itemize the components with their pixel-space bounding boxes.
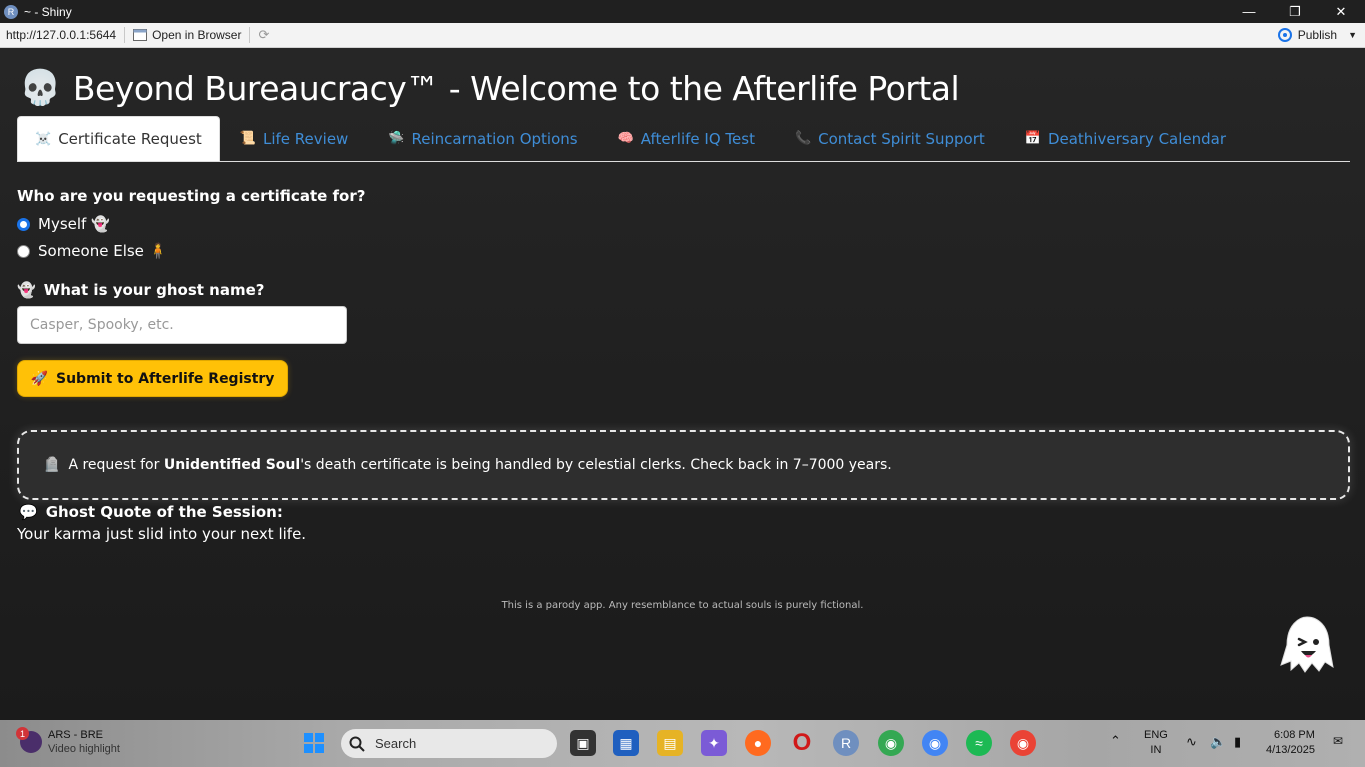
calendar-icon: 📅 (1024, 131, 1041, 146)
region-label: IN (1150, 744, 1162, 756)
submit-button-label: Submit to Afterlife Registry (56, 370, 275, 387)
refresh-icon[interactable]: ⟳ (258, 27, 269, 43)
open-in-browser-label: Open in Browser (152, 28, 242, 42)
sports-widget-icon: 1 (16, 727, 42, 753)
parody-disclaimer: This is a parody app. Any resemblance to… (501, 600, 864, 611)
volume-icon[interactable]: 🔈 (1210, 734, 1226, 749)
widget-line1: ARS - BRE (48, 729, 104, 741)
tab-life-review[interactable]: 📜 Life Review (220, 116, 369, 161)
notifications-icon[interactable]: ✉ (1333, 734, 1343, 749)
viewer-toolbar: http://127.0.0.1:5644 Open in Browser ⟳ … (0, 23, 1365, 48)
tab-deathiversary-calendar[interactable]: 📅 Deathiversary Calendar (1005, 116, 1246, 161)
phone-icon: 📞 (794, 131, 812, 146)
maximize-button[interactable]: ❐ (1272, 0, 1318, 23)
tab-label: Deathiversary Calendar (1047, 129, 1227, 148)
headstone-icon: 🪦 (43, 457, 61, 473)
r-app-taskbar-icon[interactable]: R (833, 730, 859, 756)
ufo-icon: 🛸 (388, 131, 405, 146)
file-explorer-icon[interactable]: ▤ (657, 730, 683, 756)
clock-time: 6:08 PM (1273, 729, 1315, 741)
ghost-name-input[interactable] (17, 306, 347, 344)
shiny-app: 💀 Beyond Bureaucracy™ - Welcome to the A… (0, 48, 1365, 720)
language-indicator[interactable]: ENG IN (1144, 728, 1168, 758)
copilot-icon[interactable]: ✦ (701, 730, 727, 756)
language-label: ENG (1144, 729, 1168, 741)
ghost-name-label-text: What is your ghost name? (43, 281, 265, 299)
task-view-icon[interactable]: ▣ (570, 730, 596, 756)
radio-button-checked[interactable] (17, 217, 30, 231)
clock[interactable]: 6:08 PM 4/13/2025 (1266, 728, 1315, 758)
tab-bar: ☠️ Certificate Request 📜 Life Review 🛸 R… (17, 116, 1350, 162)
radio-button[interactable] (17, 244, 30, 258)
tab-label: Life Review (263, 129, 349, 148)
windows-taskbar: 1 ARS - BRE Video highlight Search ▣ ▦ ▤… (0, 720, 1365, 767)
publish-icon (1277, 28, 1292, 42)
close-button[interactable]: ✕ (1318, 0, 1364, 23)
tab-contact-spirit-support[interactable]: 📞 Contact Spirit Support (775, 116, 1005, 161)
page-title: 💀 Beyond Bureaucracy™ - Welcome to the A… (19, 68, 960, 108)
windows-start-icon[interactable] (301, 730, 327, 756)
tab-reincarnation-options[interactable]: 🛸 Reincarnation Options (368, 116, 597, 161)
battery-icon[interactable]: ▮ (1234, 734, 1241, 749)
publish-button[interactable]: Publish ▼ (1277, 27, 1357, 43)
toolbar-divider (124, 27, 126, 43)
speech-bubble-icon: 💬 (19, 503, 38, 521)
notice-suffix: 's death certificate is being handled by… (300, 457, 892, 473)
show-hidden-icons-chevron-icon[interactable]: ⌃ (1110, 733, 1121, 748)
publish-label: Publish (1297, 28, 1338, 42)
tab-afterlife-iq-test[interactable]: 🧠 Afterlife IQ Test (598, 116, 775, 161)
firefox-icon[interactable]: ● (745, 730, 771, 756)
chrome-second-profile-icon[interactable]: ◉ (1010, 730, 1036, 756)
ghost-name-label: 👻 What is your ghost name? (17, 281, 264, 299)
chrome-profile-icon[interactable]: ◉ (922, 730, 948, 756)
tab-label: Certificate Request (58, 130, 202, 148)
tab-label: Reincarnation Options (411, 129, 578, 148)
search-icon (349, 736, 365, 752)
widgets-button[interactable]: 1 ARS - BRE Video highlight (16, 727, 120, 756)
radio-label: Someone Else 🧍 (38, 242, 168, 260)
ghost-icon: 👻 (17, 281, 36, 299)
tab-certificate-request[interactable]: ☠️ Certificate Request (17, 116, 220, 161)
clock-date: 4/13/2025 (1266, 744, 1315, 756)
r-app-icon: R (4, 4, 18, 19)
skull-crossbones-icon: ☠️ (35, 131, 52, 147)
minimize-button[interactable]: — (1226, 0, 1272, 23)
scroll-icon: 📜 (239, 131, 256, 146)
chevron-down-icon: ▼ (1348, 30, 1357, 40)
request-question-label: Who are you requesting a certificate for… (17, 187, 366, 205)
tab-label: Afterlife IQ Test (640, 129, 755, 148)
ghost-quote-label-text: Ghost Quote of the Session: (45, 503, 283, 521)
request-status-notice: 🪦 A request for Unidentified Soul 's dea… (17, 430, 1350, 500)
radio-option-someone-else[interactable]: Someone Else 🧍 (17, 242, 167, 260)
url-label: http://127.0.0.1:5644 (6, 28, 117, 42)
notification-badge: 1 (16, 727, 29, 740)
wifi-icon[interactable]: ∿ (1186, 734, 1197, 749)
open-in-browser-button[interactable]: Open in Browser (133, 28, 241, 42)
window-titlebar: R ~ - Shiny — ❐ ✕ (0, 0, 1365, 23)
notice-soul-name: Unidentified Soul (163, 457, 301, 473)
ghost-quote-text: Your karma just slid into your next life… (17, 525, 307, 543)
widget-line2: Video highlight (48, 743, 120, 755)
toolbar-divider (249, 27, 251, 43)
radio-label: Myself 👻 (38, 215, 110, 233)
tab-label: Contact Spirit Support (818, 129, 985, 148)
notice-prefix: A request for (68, 457, 164, 473)
browser-window-icon (133, 29, 148, 41)
opera-icon[interactable]: O (789, 729, 815, 756)
radio-option-myself[interactable]: Myself 👻 (17, 215, 110, 233)
spotify-icon[interactable]: ≈ (966, 730, 992, 756)
rocket-icon: 🚀 (30, 370, 48, 387)
search-placeholder: Search (375, 736, 417, 751)
window-title: ~ - Shiny (24, 4, 72, 19)
taskbar-search-box[interactable]: Search (341, 729, 557, 758)
submit-button[interactable]: 🚀 Submit to Afterlife Registry (17, 360, 288, 397)
store-icon[interactable]: ▦ (613, 730, 639, 756)
ghost-quote-label: 💬 Ghost Quote of the Session: (19, 503, 283, 521)
chrome-icon[interactable]: ◉ (878, 730, 904, 756)
ghost-mascot-icon[interactable] (1279, 615, 1335, 673)
page-title-text: Beyond Bureaucracy™ - Welcome to the Aft… (72, 68, 960, 108)
brain-icon: 🧠 (617, 131, 634, 146)
skull-icon: 💀 (19, 68, 61, 108)
